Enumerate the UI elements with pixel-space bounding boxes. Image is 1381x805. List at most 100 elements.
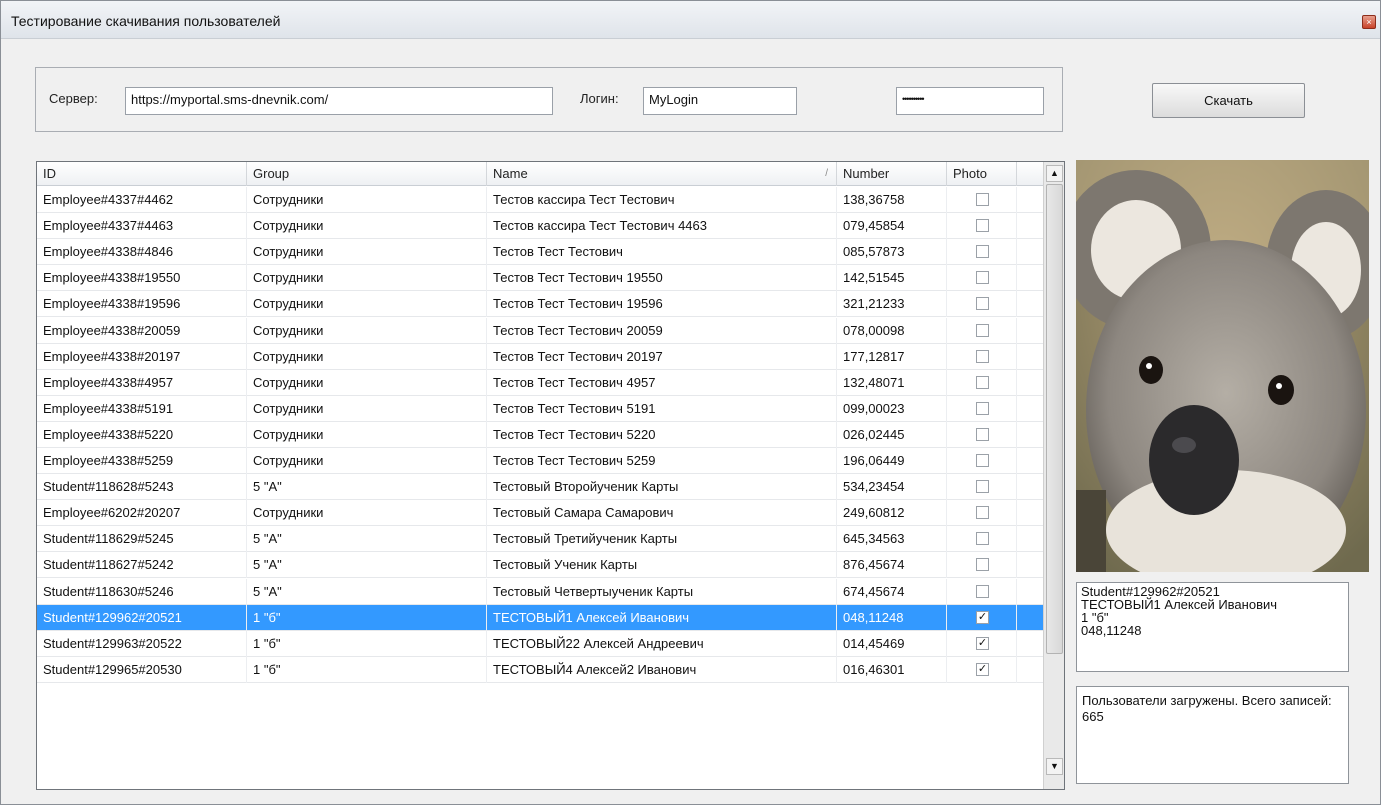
cell-name: Тестов кассира Тест Тестович	[487, 187, 837, 213]
photo-checkbox[interactable]	[976, 454, 989, 467]
table-row[interactable]: Employee#4338#19550 Сотрудники Тестов Тест…	[37, 265, 1043, 292]
cell-name: Тестов Тест Тестович 19550	[487, 265, 837, 292]
cell-photo	[947, 265, 1017, 292]
password-input[interactable]: ••••••••••	[896, 87, 1044, 115]
photo-checkbox[interactable]	[976, 219, 989, 233]
cell-photo	[947, 552, 1017, 579]
photo-checkbox[interactable]	[976, 375, 989, 389]
scroll-down-arrow-icon[interactable]: ▼	[1046, 758, 1063, 775]
photo-checkbox[interactable]	[976, 323, 989, 337]
photo-checkbox[interactable]	[976, 558, 989, 572]
cell-number: 645,34563	[837, 526, 947, 553]
login-label: Логин:	[580, 91, 619, 106]
column-header-photo[interactable]: Photo	[947, 162, 1017, 186]
cell-group: 5 "А"	[247, 578, 487, 605]
column-header-number[interactable]: Number	[837, 162, 947, 186]
cell-number: 048,11248	[837, 604, 947, 631]
table-row[interactable]: Student#118630#5246 5 "А" Тестовый Четверт…	[37, 578, 1043, 605]
column-header-group[interactable]: Group	[247, 162, 487, 186]
status-log[interactable]: Пользователи загружены. Всего записей: 6…	[1076, 686, 1349, 784]
table-row[interactable]: Employee#4338#5220 Сотрудники Тестов Тест …	[37, 421, 1043, 448]
cell-group: 5 "А"	[247, 526, 487, 553]
photo-checkbox[interactable]	[976, 506, 989, 520]
cell-name: Тестовый Третийученик Карты	[487, 526, 837, 553]
photo-checkbox[interactable]: ✓	[976, 662, 989, 676]
table-row[interactable]: Student#118629#5245 5 "А" Тестовый Третийу…	[37, 526, 1043, 553]
cell-group: 1 "б"	[247, 656, 487, 683]
table-row[interactable]: Student#129963#20522 1 "б" ТЕСТОВЫЙ22 Алек…	[37, 630, 1043, 657]
cell-group: 5 "А"	[247, 552, 487, 579]
download-button[interactable]: Скачать	[1152, 83, 1305, 118]
cell-photo	[947, 291, 1017, 318]
cell-name: Тестовый Второйученик Карты	[487, 474, 837, 501]
cell-group: Сотрудники	[247, 421, 487, 448]
table-row[interactable]: Student#118627#5242 5 "А" Тестовый Ученик …	[37, 552, 1043, 579]
cell-group: Сотрудники	[247, 187, 487, 213]
photo-checkbox[interactable]	[976, 480, 989, 494]
cell-number: 249,60812	[837, 500, 947, 527]
photo-checkbox[interactable]: ✓	[976, 636, 989, 650]
cell-id: Student#118628#5243	[37, 474, 247, 501]
cell-photo	[947, 500, 1017, 527]
photo-checkbox[interactable]: ✓	[976, 610, 989, 624]
cell-photo: ✓	[947, 656, 1017, 683]
cell-number: 321,21233	[837, 291, 947, 318]
photo-checkbox[interactable]	[976, 584, 989, 598]
cell-number: 177,12817	[837, 343, 947, 370]
cell-photo	[947, 578, 1017, 605]
cell-id: Employee#4337#4463	[37, 213, 247, 240]
sort-indicator-icon: /	[825, 168, 828, 179]
cell-id: Employee#4338#20197	[37, 343, 247, 370]
photo-checkbox[interactable]	[976, 401, 989, 415]
cell-id: Employee#6202#20207	[37, 500, 247, 527]
table-row[interactable]: Employee#4337#4462 Сотрудники Тестов касси…	[37, 187, 1043, 213]
table-row[interactable]: Employee#4337#4463 Сотрудники Тестов касси…	[37, 213, 1043, 240]
photo-checkbox[interactable]	[976, 427, 989, 441]
photo-checkbox[interactable]	[976, 349, 989, 363]
close-button[interactable]: ×	[1362, 15, 1376, 29]
cell-group: Сотрудники	[247, 395, 487, 422]
login-input[interactable]: MyLogin	[643, 87, 797, 115]
table-row[interactable]: Student#129962#20521 1 "б" ТЕСТОВЫЙ1 Алекс…	[37, 604, 1043, 631]
cell-id: Employee#4338#4846	[37, 239, 247, 266]
table-row[interactable]: Employee#4338#20197 Сотрудники Тестов Тест…	[37, 343, 1043, 370]
selected-user-info[interactable]: Student#129962#20521 ТЕСТОВЫЙ1 Алексей И…	[1076, 582, 1349, 672]
table-row[interactable]: Employee#6202#20207 Сотрудники Тестовый Са…	[37, 500, 1043, 527]
table-row[interactable]: Employee#4338#5191 Сотрудники Тестов Тест …	[37, 395, 1043, 422]
column-header-id[interactable]: ID	[37, 162, 247, 186]
photo-checkbox[interactable]	[976, 297, 989, 311]
cell-id: Employee#4337#4462	[37, 187, 247, 213]
cell-number: 138,36758	[837, 187, 947, 213]
users-grid[interactable]: ID Group Name / Number Photo Employee#43…	[36, 161, 1065, 790]
server-input[interactable]: https://myportal.sms-dnevnik.com/	[125, 87, 553, 115]
table-row[interactable]: Employee#4338#5259 Сотрудники Тестов Тест …	[37, 448, 1043, 474]
cell-photo	[947, 448, 1017, 474]
photo-checkbox[interactable]	[976, 193, 989, 206]
photo-checkbox[interactable]	[976, 271, 989, 285]
cell-group: Сотрудники	[247, 239, 487, 266]
cell-number: 132,48071	[837, 369, 947, 396]
cell-photo	[947, 395, 1017, 422]
scroll-thumb[interactable]	[1046, 184, 1063, 654]
app-window: Тестирование скачивания пользователей × …	[0, 0, 1381, 805]
column-header-name[interactable]: Name /	[487, 162, 837, 186]
table-row[interactable]: Employee#4338#4846 Сотрудники Тестов Тест …	[37, 239, 1043, 266]
cell-photo	[947, 369, 1017, 396]
photo-checkbox[interactable]	[976, 245, 989, 259]
table-row[interactable]: Employee#4338#20059 Сотрудники Тестов Тест…	[37, 317, 1043, 344]
photo-checkbox[interactable]	[976, 532, 989, 546]
cell-group: Сотрудники	[247, 213, 487, 240]
cell-id: Employee#4338#19596	[37, 291, 247, 318]
cell-number: 674,45674	[837, 578, 947, 605]
table-row[interactable]: Employee#4338#4957 Сотрудники Тестов Тест …	[37, 369, 1043, 396]
cell-id: Student#118629#5245	[37, 526, 247, 553]
cell-number: 142,51545	[837, 265, 947, 292]
table-row[interactable]: Student#118628#5243 5 "А" Тестовый Второйу…	[37, 474, 1043, 501]
table-row[interactable]: Employee#4338#19596 Сотрудники Тестов Тест…	[37, 291, 1043, 318]
grid-scrollbar[interactable]: ▲ ▼	[1043, 162, 1064, 789]
scroll-up-arrow-icon[interactable]: ▲	[1046, 165, 1063, 182]
cell-photo	[947, 317, 1017, 344]
cell-name: ТЕСТОВЫЙ4 Алексей2 Иванович	[487, 656, 837, 683]
cell-group: Сотрудники	[247, 448, 487, 474]
table-row[interactable]: Student#129965#20530 1 "б" ТЕСТОВЫЙ4 Алекс…	[37, 656, 1043, 683]
